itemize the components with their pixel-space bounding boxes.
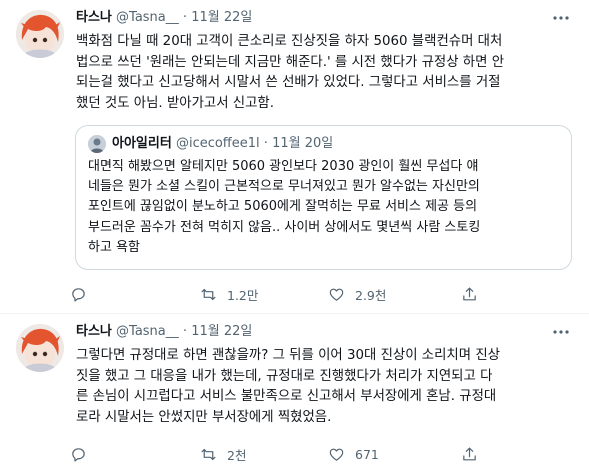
display-name[interactable]: 타스나 (76, 10, 112, 25)
handle[interactable]: @Tasna__ (116, 10, 179, 25)
separator: · (182, 324, 188, 339)
like-button[interactable]: 671 (328, 442, 379, 466)
reply-icon (72, 287, 85, 301)
retweet-icon (201, 448, 216, 460)
retweet-button[interactable]: 2천 (200, 442, 246, 466)
reply-button[interactable] (70, 282, 97, 306)
more-dots-icon[interactable] (547, 8, 575, 28)
quote-text: 대면직 해봤으면 알테지만 5060 광인보다 2030 광인이 훨씬 무섭다 … (88, 159, 481, 255)
retweet-count: 1.2만 (227, 287, 259, 303)
like-count: 2.9천 (355, 287, 387, 303)
tweet-date[interactable]: 11월 22일 (191, 10, 252, 25)
tweet-text: 백화점 다닐 때 20대 고객이 큰소리로 진상짓을 하자 5060 블랙컨슈머… (76, 34, 505, 111)
display-name[interactable]: 타스나 (76, 324, 112, 339)
tweet-header: 타스나 @Tasna__ · 11월 22일 (76, 322, 252, 342)
avatar-image (16, 324, 64, 372)
quote-tweet[interactable]: 아아일리터 @icecoffee1l · 11월 20일 대면직 해봤으면 알테… (75, 125, 572, 270)
tweet-date[interactable]: 11월 22일 (191, 324, 252, 339)
tweet[interactable]: 타스나 @Tasna__ · 11월 22일 그렇다면 규정대로 하면 괜찮을까… (0, 314, 589, 476)
avatar[interactable] (16, 10, 64, 58)
reply-icon (72, 447, 85, 461)
quote-avatar (88, 135, 106, 153)
like-count: 671 (355, 446, 379, 462)
quote-separator: · (263, 136, 268, 151)
more-dots-icon[interactable] (547, 322, 575, 342)
share-button[interactable] (461, 442, 478, 466)
quote-handle: @icecoffee1l (175, 136, 260, 151)
handle[interactable]: @Tasna__ (116, 324, 179, 339)
tweet-actions: 2천 671 (70, 442, 570, 466)
retweet-count: 2천 (227, 447, 247, 463)
retweet-button[interactable]: 1.2만 (200, 282, 258, 306)
share-icon (463, 287, 476, 300)
retweet-icon (201, 288, 216, 300)
tweet[interactable]: 타스나 @Tasna__ · 11월 22일 백화점 다닐 때 20대 고객이 … (0, 0, 589, 314)
avatar[interactable] (16, 324, 64, 372)
heart-icon (329, 288, 344, 301)
separator: · (182, 10, 188, 25)
tweet-text: 그렇다면 규정대로 하면 괜찮을까? 그 뒤를 이어 30대 진상이 소리치며 … (76, 348, 500, 425)
avatar-image (16, 10, 64, 58)
quote-date: 11월 20일 (272, 136, 334, 151)
reply-button[interactable] (70, 442, 97, 466)
quote-header: 아아일리터 @icecoffee1l · 11월 20일 (88, 134, 333, 154)
tweet-actions: 1.2만 2.9천 (70, 282, 570, 306)
share-button[interactable] (461, 282, 478, 306)
quote-display-name: 아아일리터 (112, 136, 172, 151)
like-button[interactable]: 2.9천 (328, 282, 386, 306)
heart-icon (329, 448, 344, 461)
share-icon (463, 447, 476, 460)
tweet-header: 타스나 @Tasna__ · 11월 22일 (76, 8, 252, 28)
